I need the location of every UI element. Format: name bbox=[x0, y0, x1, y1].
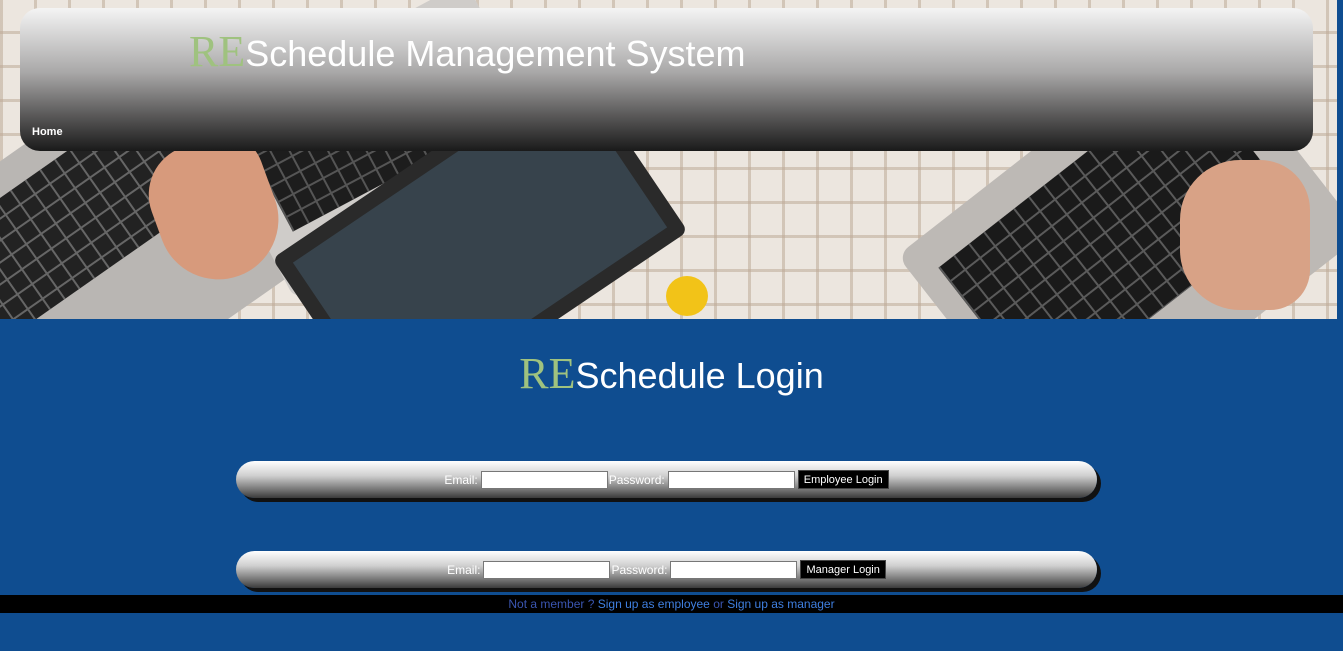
manager-login-form: Email: Password: Manager Login bbox=[236, 551, 1097, 588]
manager-email-input[interactable] bbox=[483, 560, 611, 579]
page-edge bbox=[1337, 0, 1343, 319]
employee-login-form: Email: Password: Employee Login bbox=[236, 461, 1097, 498]
signup-manager-link[interactable]: Sign up as manager bbox=[727, 597, 834, 611]
manager-password-input[interactable] bbox=[670, 560, 798, 579]
signup-employee-link[interactable]: Sign up as employee bbox=[598, 597, 710, 611]
signup-footer: Not a member ? Sign up as employee or Si… bbox=[0, 595, 1343, 613]
manager-login-button[interactable]: Manager Login bbox=[800, 560, 886, 579]
site-title: RESchedule Management System bbox=[189, 26, 746, 77]
login-logo-prefix: RE bbox=[519, 349, 576, 398]
employee-email-input[interactable] bbox=[480, 470, 608, 489]
signup-prompt: Not a member ? bbox=[508, 597, 595, 611]
manager-email-label: Email: bbox=[447, 562, 481, 577]
employee-login-button[interactable]: Employee Login bbox=[797, 470, 889, 489]
employee-password-input[interactable] bbox=[667, 470, 795, 489]
lemon-image bbox=[666, 276, 708, 316]
employee-password-label: Password: bbox=[608, 472, 665, 487]
employee-email-label: Email: bbox=[444, 472, 478, 487]
header-banner: RESchedule Management System Home bbox=[20, 8, 1313, 151]
logo-prefix: RE bbox=[189, 27, 246, 76]
login-title: RESchedule Login bbox=[0, 348, 1343, 399]
manager-password-label: Password: bbox=[611, 562, 668, 577]
site-title-text: Schedule Management System bbox=[245, 33, 746, 74]
signup-or-text: or bbox=[713, 597, 724, 611]
nav-home-link[interactable]: Home bbox=[32, 126, 63, 138]
login-title-text: Schedule Login bbox=[575, 355, 824, 396]
hand-image-right bbox=[1180, 160, 1310, 310]
